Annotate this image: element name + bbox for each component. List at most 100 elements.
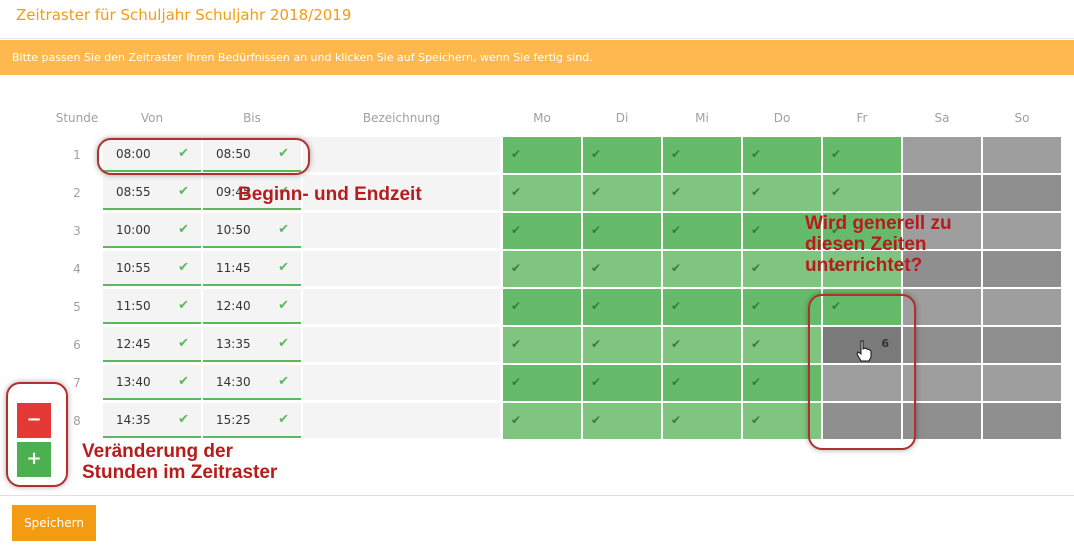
bis-time-input[interactable]: 15:25 ✔	[203, 403, 301, 438]
day-cell[interactable]: ✔	[663, 289, 741, 325]
check-icon: ✔	[511, 223, 522, 237]
bezeichnung-input[interactable]	[303, 289, 500, 324]
bis-time-value: 11:45	[216, 261, 251, 275]
check-icon: ✔	[671, 413, 682, 427]
day-cell[interactable]: ✔	[583, 403, 661, 439]
day-cell[interactable]: ✔	[583, 137, 661, 173]
check-icon: ✔	[178, 336, 189, 351]
bezeichnung-input[interactable]	[303, 213, 500, 248]
bezeichnung-input[interactable]	[303, 137, 500, 172]
von-time-value: 10:00	[116, 223, 151, 237]
annotation-schedule-line3: unterrichtet?	[805, 255, 923, 276]
day-cell[interactable]	[983, 251, 1061, 287]
day-cell[interactable]: ✔	[823, 137, 901, 173]
remove-hour-button[interactable]: −	[17, 403, 51, 438]
day-cell[interactable]: ✔	[583, 175, 661, 211]
notice-banner: Bitte passen Sie den Zeitraster Ihren Be…	[0, 40, 1074, 75]
day-cell[interactable]: ✔	[583, 251, 661, 287]
check-icon: ✔	[278, 260, 289, 275]
check-icon: ✔	[178, 412, 189, 427]
day-cell[interactable]: ✔	[663, 251, 741, 287]
row-number: 6	[73, 338, 81, 352]
check-icon: ✔	[511, 413, 522, 427]
day-cell[interactable]: ✔	[583, 327, 661, 363]
day-cell[interactable]: ✔	[663, 137, 741, 173]
day-cell[interactable]	[983, 213, 1061, 249]
check-icon: ✔	[178, 184, 189, 199]
bezeichnung-input[interactable]	[303, 251, 500, 286]
annotation-hours-line1: Veränderung der	[82, 441, 233, 462]
bis-time-input[interactable]: 14:30 ✔	[203, 365, 301, 400]
day-cell[interactable]: ✔	[823, 175, 901, 211]
check-icon: ✔	[751, 261, 762, 275]
day-cell[interactable]	[983, 327, 1061, 363]
bis-time-value: 12:40	[216, 299, 251, 313]
day-cell[interactable]: ✔	[663, 175, 741, 211]
add-hour-button[interactable]: +	[17, 442, 51, 477]
bis-time-input[interactable]: 10:50 ✔	[203, 213, 301, 248]
check-icon: ✔	[278, 374, 289, 389]
day-cell[interactable]: ✔	[583, 365, 661, 401]
day-cell[interactable]: ✔	[663, 213, 741, 249]
day-cell[interactable]: ✔	[663, 403, 741, 439]
check-icon: ✔	[591, 337, 602, 351]
check-icon: ✔	[751, 375, 762, 389]
von-time-input[interactable]: 10:00 ✔	[103, 213, 201, 248]
day-cell[interactable]: ✔	[743, 175, 821, 211]
day-cell[interactable]	[903, 137, 981, 173]
day-cell[interactable]: ✔	[503, 289, 581, 325]
day-cell[interactable]	[983, 175, 1061, 211]
day-cell[interactable]	[983, 137, 1061, 173]
bezeichnung-input[interactable]	[303, 365, 500, 400]
day-cell[interactable]: ✔	[503, 213, 581, 249]
day-cell[interactable]: ✔	[503, 403, 581, 439]
annotation-ring-times	[97, 138, 310, 175]
check-icon: ✔	[671, 185, 682, 199]
day-cell[interactable]: ✔	[503, 327, 581, 363]
bis-time-input[interactable]: 12:40 ✔	[203, 289, 301, 324]
bis-time-input[interactable]: 11:45 ✔	[203, 251, 301, 286]
day-cell[interactable]	[983, 403, 1061, 439]
check-icon: ✔	[751, 413, 762, 427]
day-cell[interactable]: ✔	[743, 137, 821, 173]
check-icon: ✔	[178, 374, 189, 389]
day-cell[interactable]	[983, 289, 1061, 325]
bezeichnung-input[interactable]	[303, 327, 500, 362]
day-cell[interactable]: ✔	[663, 327, 741, 363]
day-cell[interactable]	[983, 365, 1061, 401]
von-time-input[interactable]: 14:35 ✔	[103, 403, 201, 438]
hand-cursor-icon	[856, 340, 872, 362]
von-time-value: 11:50	[116, 299, 151, 313]
von-time-input[interactable]: 11:50 ✔	[103, 289, 201, 324]
check-icon: ✔	[591, 223, 602, 237]
bezeichnung-input[interactable]	[303, 403, 500, 438]
check-icon: ✔	[278, 298, 289, 313]
von-time-input[interactable]: 08:55 ✔	[103, 175, 201, 210]
von-time-input[interactable]: 10:55 ✔	[103, 251, 201, 286]
check-icon: ✔	[751, 337, 762, 351]
annotation-ring-schedule	[808, 294, 916, 450]
bis-time-value: 10:50	[216, 223, 251, 237]
row-number: 1	[73, 148, 81, 162]
von-time-input[interactable]: 12:45 ✔	[103, 327, 201, 362]
annotation-hours: Veränderung der Stunden im Zeitraster	[82, 441, 277, 483]
check-icon: ✔	[511, 185, 522, 199]
von-time-value: 13:40	[116, 375, 151, 389]
annotation-times: Beginn- und Endzeit	[238, 184, 422, 205]
column-header-stunde: Stunde	[55, 111, 99, 125]
von-time-input[interactable]: 13:40 ✔	[103, 365, 201, 400]
day-cell[interactable]: ✔	[503, 137, 581, 173]
day-cell[interactable]: ✔	[663, 365, 741, 401]
save-button[interactable]: Speichern	[12, 505, 96, 541]
check-icon: ✔	[591, 185, 602, 199]
check-icon: ✔	[591, 375, 602, 389]
day-cell[interactable]: ✔	[503, 251, 581, 287]
day-cell[interactable]: ✔	[503, 365, 581, 401]
day-cell[interactable]: ✔	[503, 175, 581, 211]
check-icon: ✔	[511, 299, 522, 313]
day-cell[interactable]: ✔	[583, 289, 661, 325]
day-cell[interactable]	[903, 175, 981, 211]
bis-time-input[interactable]: 13:35 ✔	[203, 327, 301, 362]
day-cell[interactable]: ✔	[583, 213, 661, 249]
check-icon: ✔	[671, 375, 682, 389]
